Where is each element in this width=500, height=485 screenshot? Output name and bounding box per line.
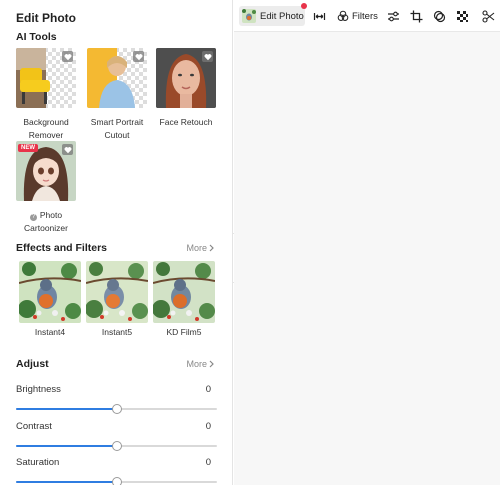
slider-track[interactable] xyxy=(16,404,217,414)
edit-photo-label: Edit Photo xyxy=(260,10,304,22)
slider-knob[interactable] xyxy=(111,441,122,451)
crop-icon[interactable] xyxy=(410,6,423,26)
info-icon: ? xyxy=(29,214,37,221)
tool-photo-cartoonizer[interactable]: NEW ? Photo Cartoonizer xyxy=(14,141,78,235)
slider-track[interactable] xyxy=(16,477,217,485)
slider-brightness: Brightness 0 xyxy=(16,384,217,414)
edit-photo-thumbnail xyxy=(242,9,256,23)
cutout-icon[interactable] xyxy=(482,6,495,26)
effects-more-link[interactable]: More xyxy=(186,243,215,253)
filters-label: Filters xyxy=(352,10,378,22)
filter-label: Instant5 xyxy=(101,327,133,337)
edit-photo-panel: Edit Photo AI Tools Background Remover S… xyxy=(0,0,233,485)
effects-filters-title: Effects and Filters xyxy=(16,242,108,254)
tool-face-retouch[interactable]: Face Retouch xyxy=(154,48,218,129)
slider-value: 0 xyxy=(205,384,211,395)
slider-fill xyxy=(16,445,117,447)
tool-label-text: Photo Cartoonizer xyxy=(24,210,68,233)
ai-tools-title: AI Tools xyxy=(16,31,57,43)
filter-instant4[interactable]: Instant4 xyxy=(19,261,81,337)
background-remover-thumbnail xyxy=(16,48,76,108)
filter-label: KD Film5 xyxy=(166,327,202,337)
slider-value: 0 xyxy=(205,457,211,468)
adjust-more-link[interactable]: More xyxy=(186,359,215,369)
slider-saturation: Saturation 0 xyxy=(16,457,217,485)
smart-portrait-cutout-thumbnail xyxy=(87,48,147,108)
more-link-label: More xyxy=(186,359,207,369)
overlay-icon[interactable] xyxy=(433,6,446,26)
favorite-icon[interactable] xyxy=(62,144,73,155)
filter-label: Instant4 xyxy=(34,327,66,337)
slider-fill xyxy=(16,408,117,410)
slider-value: 0 xyxy=(205,421,211,432)
tool-label: Background Remover xyxy=(23,117,69,140)
tool-smart-portrait-cutout[interactable]: Smart Portrait Cutout xyxy=(85,48,149,142)
slider-knob[interactable] xyxy=(111,404,122,414)
slider-label: Saturation xyxy=(16,457,60,468)
favorite-icon[interactable] xyxy=(133,51,144,62)
adjust-title: Adjust xyxy=(16,358,49,370)
new-badge: NEW xyxy=(18,144,38,152)
filter-thumbnail xyxy=(153,261,215,323)
slider-label: Contrast xyxy=(16,421,52,432)
chevron-right-icon xyxy=(209,360,214,368)
mosaic-icon[interactable] xyxy=(456,6,469,26)
adjust-sliders-icon[interactable] xyxy=(387,6,400,26)
resize-icon[interactable] xyxy=(313,6,326,26)
slider-fill xyxy=(16,481,117,483)
photo-cartoonizer-thumbnail: NEW xyxy=(16,141,76,201)
filters-button[interactable]: Filters xyxy=(337,6,378,26)
top-toolbar: Edit Photo Filters xyxy=(234,0,500,32)
favorite-icon[interactable] xyxy=(62,51,73,62)
tool-background-remover[interactable]: Background Remover xyxy=(14,48,78,142)
tool-label: Smart Portrait Cutout xyxy=(90,117,144,140)
filter-kd-film5[interactable]: KD Film5 xyxy=(153,261,215,337)
tool-label: ? Photo Cartoonizer xyxy=(14,209,78,235)
editor-canvas[interactable] xyxy=(234,32,500,485)
edit-photo-button[interactable]: Edit Photo xyxy=(239,3,307,26)
slider-contrast: Contrast 0 xyxy=(16,421,217,451)
slider-knob[interactable] xyxy=(111,477,122,485)
panel-title: Edit Photo xyxy=(16,11,76,25)
tool-label: Face Retouch xyxy=(159,117,213,127)
notification-dot xyxy=(301,3,307,9)
face-retouch-thumbnail xyxy=(156,48,216,108)
slider-track[interactable] xyxy=(16,441,217,451)
slider-label: Brightness xyxy=(16,384,61,395)
filter-instant5[interactable]: Instant5 xyxy=(86,261,148,337)
filters-icon xyxy=(337,10,349,21)
filter-thumbnail xyxy=(19,261,81,323)
more-link-label: More xyxy=(186,243,207,253)
chevron-right-icon xyxy=(209,244,214,252)
filter-thumbnail xyxy=(86,261,148,323)
favorite-icon[interactable] xyxy=(202,51,213,62)
